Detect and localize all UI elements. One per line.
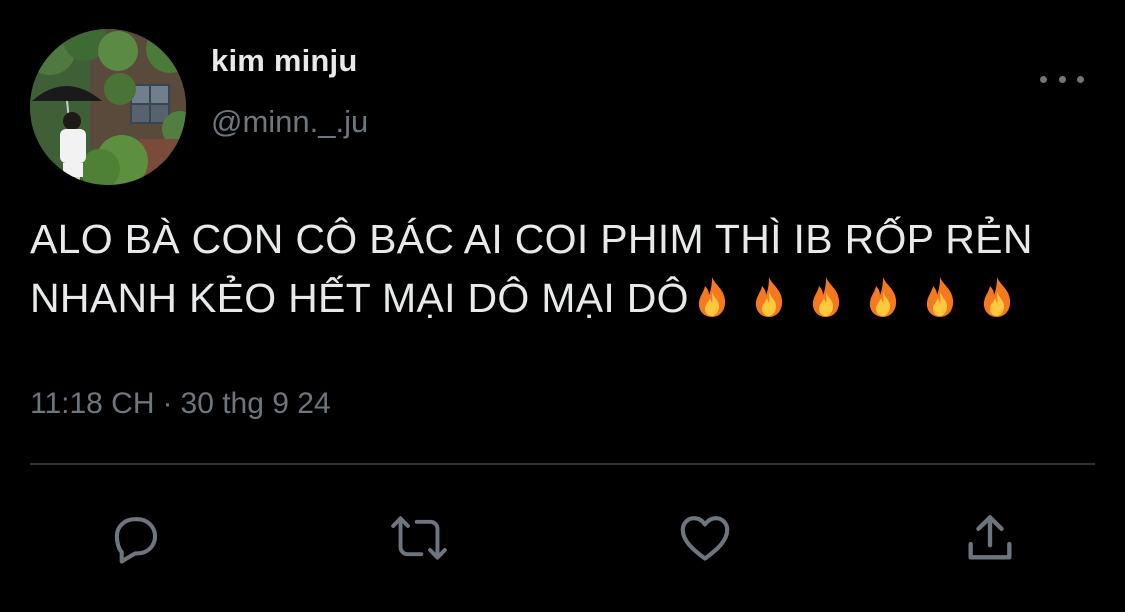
user-handle[interactable]: @minn._.ju <box>211 104 368 140</box>
tweet-text-line-2-text: NHANH KẺO HẾT MẠI DÔ MẠI DÔ <box>30 275 689 321</box>
retweet-icon <box>391 516 447 560</box>
like-icon <box>680 516 730 561</box>
display-name[interactable]: kim minju <box>211 43 358 79</box>
more-dot <box>1077 75 1084 83</box>
like-button[interactable] <box>675 508 735 568</box>
more-options-button[interactable] <box>1040 66 1084 92</box>
reply-icon <box>114 517 158 564</box>
tweet-time: 11:18 CH <box>30 387 155 420</box>
more-horizontal-icon <box>1040 75 1047 83</box>
tweet-card: kim minju @minn._.ju ALO BÀ CON CÔ BÁC A… <box>0 0 1125 612</box>
divider <box>30 463 1095 465</box>
tweet-timestamp[interactable]: 11:18 CH · 30 thg 9 24 <box>30 387 331 421</box>
more-dot <box>1058 75 1066 83</box>
tweet-text-line-2: NHANH KẺO HẾT MẠI DÔ MẠI DÔ <box>30 269 1120 328</box>
retweet-button[interactable] <box>389 508 449 568</box>
fire-emoji-icon <box>693 275 731 317</box>
fire-emoji-icon <box>750 275 788 317</box>
fire-emoji-icon <box>864 275 902 317</box>
tweet-date: 30 thg 9 24 <box>180 387 331 420</box>
fire-emoji-icon <box>807 275 845 317</box>
share-button[interactable] <box>960 508 1020 568</box>
fire-emoji-row <box>693 275 1016 317</box>
tweet-text-line-1: ALO BÀ CON CÔ BÁC AI COI PHIM THÌ IB RỐP… <box>30 216 1033 262</box>
avatar[interactable] <box>30 29 186 185</box>
fire-emoji-icon <box>978 275 1016 317</box>
meta-separator: · <box>162 387 173 420</box>
reply-button[interactable] <box>105 508 165 568</box>
tweet-text: ALO BÀ CON CÔ BÁC AI COI PHIM THÌ IB RỐP… <box>30 210 1120 328</box>
share-icon <box>968 515 1012 560</box>
fire-emoji-icon <box>921 275 959 317</box>
